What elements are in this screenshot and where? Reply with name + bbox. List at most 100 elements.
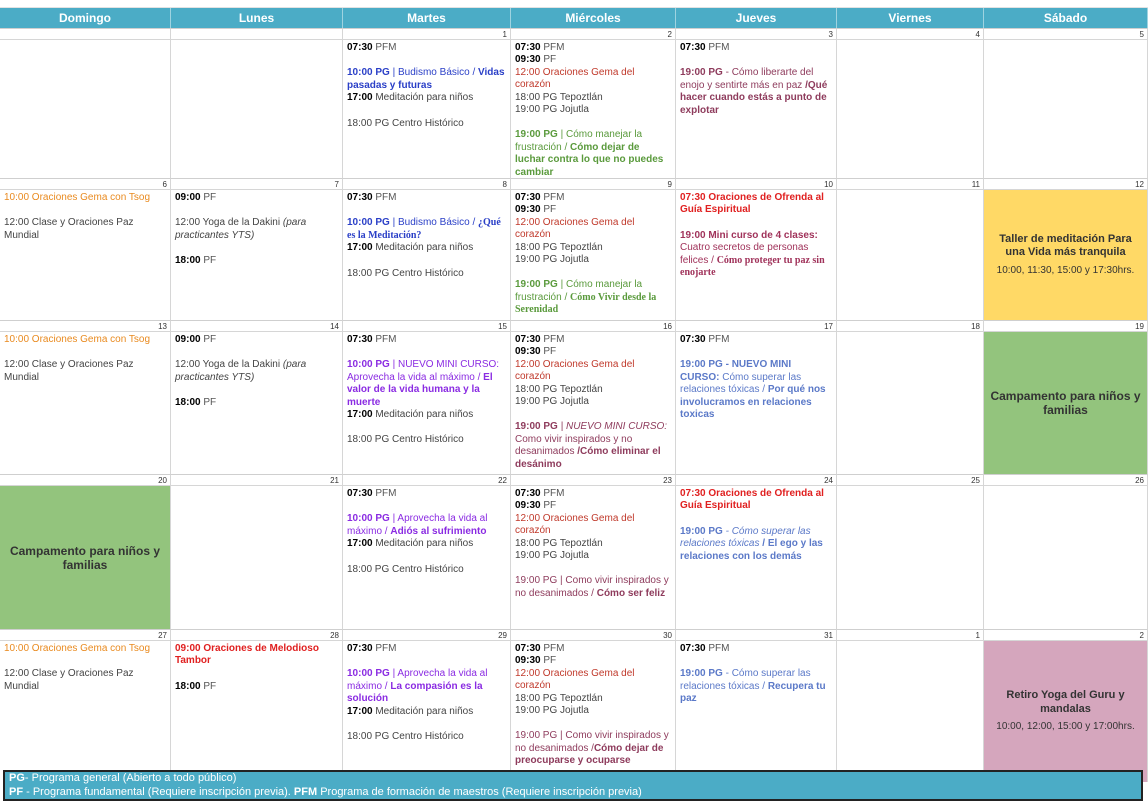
entry-text: 10:00 PG [347,359,390,371]
entry-text: 12:00 Oraciones Gema del corazón [515,216,635,241]
day-cell[interactable]: 07:30 PFM 09:30 PF 12:00 Oraciones Gema de… [511,641,676,782]
day-cell[interactable] [171,486,343,629]
day-cell[interactable]: 07:30 PFM 19:00 PG - NUEVO MINI CURSO: Có… [676,332,837,474]
entry-text: 17:00 [347,92,373,104]
weekday-4: Jueves [676,8,837,28]
day-cell[interactable]: 09:00 Oraciones de Melodioso Tambor 18:00… [171,641,343,782]
entry-text: | Budismo Básico / [389,67,479,79]
day-cell[interactable] [837,641,984,782]
entry-text: 07:30 [347,488,373,499]
day-cell[interactable] [837,190,984,320]
day-cell[interactable]: 09:00 PF 12:00 Yoga de la Dakini (para pr… [171,190,343,320]
day-cell[interactable]: 07:30 PFM 10:00 PG | Aprovecha la vida al… [343,486,511,629]
schedule-entry: 17:00 Meditación para niños [347,92,507,104]
schedule-entry: 19:00 PG - Cómo superar las relaciones t… [680,668,833,705]
day-cell[interactable]: 07:30 PFM 09:30 PF 12:00 Oraciones Gema de… [511,486,676,629]
day-cell[interactable]: 07:30 PFM 10:00 PG | Budismo Básico / ¿Qu… [343,190,511,320]
schedule-entry: 18:00 PF [175,397,339,409]
calendar-grid: 1 2 3 4 5 07:30 PFM 10:00 PG | Budismo Básico … [0,28,1148,782]
day-cell[interactable] [984,486,1148,629]
entry-text: | NUEVO MINI CURSO: [557,421,668,433]
day-cell[interactable] [171,40,343,178]
schedule-entry: 09:30 PF [515,655,672,667]
day-cell[interactable]: 07:30 PFM 19:00 PG - Cómo liberarte del e… [676,40,837,178]
day-cell[interactable]: 07:30 PFM 09:30 PF 12:00 Oraciones Gema de… [511,332,676,474]
day-cell[interactable]: 10:00 Oraciones Gema con Tsog 12:00 Clase… [0,332,171,474]
day-number: 3 [676,28,837,40]
schedule-entry: 09:30 PF [515,54,672,66]
legend-pfm-text: Programa de formación de maestros (Requi… [317,785,642,798]
day-cell[interactable]: 07:30 Oraciones de Ofrenda al Guía Espir… [676,190,837,320]
event-block[interactable]: Taller de meditación Para una Vida más t… [984,190,1148,320]
day-cell[interactable] [0,40,171,178]
schedule-entry: 18:00 PG Centro Histórico [347,434,507,446]
schedule-entry: 12:00 Yoga de la Dakini (para practicant… [175,217,339,242]
entry-text: 12:00 Yoga de la Dakini [175,359,283,371]
entry-text: PF [540,500,557,512]
day-cell[interactable]: 07:30 PFM 10:00 PG | Aprovecha la vida al… [343,641,511,782]
day-number: 1 [343,28,511,40]
day-number: 5 [984,28,1148,40]
entry-text: 07:30 [680,334,706,345]
day-cell[interactable]: 07:30 Oraciones de Ofrenda al Guía Espir… [676,486,837,629]
entry-text: Meditación para niños [372,538,474,550]
day-number: 26 [984,474,1148,486]
day-cell[interactable]: 07:30 PFM 09:30 PF 12:00 Oraciones Gema de… [511,40,676,178]
schedule-entry: 12:00 Oraciones Gema del corazón [515,359,672,384]
entry-text: 10:00 Oraciones Gema con Tsog [4,334,151,345]
schedule-entry: 18:00 PG Tepoztlán [515,538,672,550]
event-title: Campamento para niños y familias [9,543,161,572]
schedule-entry: 10:00 Oraciones Gema con Tsog [4,643,167,655]
schedule-entry: 10:00 PG | Aprovecha la vida al máximo /… [347,668,507,705]
day-cell[interactable]: 07:30 PFM 19:00 PG - Cómo superar las rel… [676,641,837,782]
entry-text: 18:00 PG Tepoztlán [515,241,603,253]
schedule-entry: 07:30 PFM [515,192,672,204]
day-cell[interactable]: 10:00 Oraciones Gema con Tsog 12:00 Clase… [0,641,171,782]
schedule-entry: 07:30 Oraciones de Ofrenda al Guía Espir… [680,488,833,513]
entry-text: 07:30 Oraciones de Ofrenda al Guía Espir… [680,488,824,512]
day-number: 9 [511,178,676,190]
day-cell[interactable]: 09:00 PF 12:00 Yoga de la Dakini (para pr… [171,332,343,474]
day-cell[interactable]: 07:30 PFM 09:30 PF 12:00 Oraciones Gema de… [511,190,676,320]
event-times: 10:00, 11:30, 15:00 y 17:30hrs. [996,264,1135,276]
day-number [171,28,343,40]
day-cell[interactable]: 07:30 PFM 10:00 PG | NUEVO MINI CURSO: Ap… [343,332,511,474]
event-block[interactable]: Retiro Yoga del Guru y mandalas 10:00, 12… [984,641,1148,782]
schedule-entry: 07:30 PFM [347,42,507,54]
schedule-entry: 07:30 PFM [347,488,507,500]
schedule-entry: 07:30 PFM [515,42,672,54]
entry-text: 17:00 [347,705,373,717]
entry-text: 18:00 [175,255,201,267]
event-block[interactable]: Campamento para niños y familias [984,332,1148,474]
day-cell[interactable]: 10:00 Oraciones Gema con Tsog 12:00 Clase… [0,190,171,320]
entry-text: 10:00 PG [347,67,390,79]
day-cell[interactable]: 07:30 PFM 10:00 PG | Budismo Básico / Vid… [343,40,511,178]
legend-line-2: PF - Programa fundamental (Requiere insc… [9,786,1137,800]
entry-text: 19:00 PG [680,67,723,79]
entry-text: 10:00 PG [347,217,390,229]
day-cell[interactable] [837,486,984,629]
day-cell[interactable] [837,40,984,178]
schedule-entry: 10:00 PG | NUEVO MINI CURSO: Aprovecha l… [347,359,507,409]
entry-text: 12:00 Oraciones Gema del corazón [515,512,635,537]
entry-text: 19:00 PG Jojutla [515,550,589,562]
entry-text: 09:30 [515,500,541,512]
entry-text: 10:00 Oraciones Gema con Tsog [4,643,151,654]
day-cell[interactable] [984,40,1148,178]
legend-line-1: PG- Programa general (Abierto a todo púb… [9,772,1137,786]
entry-text: Meditación para niños [372,92,474,104]
event-block[interactable]: Campamento para niños y familias [0,486,171,629]
entry-text: 09:00 [175,334,201,345]
legend-pf-key: PF [9,785,24,798]
schedule-entry: 09:00 PF [175,334,339,346]
day-cell[interactable] [837,332,984,474]
